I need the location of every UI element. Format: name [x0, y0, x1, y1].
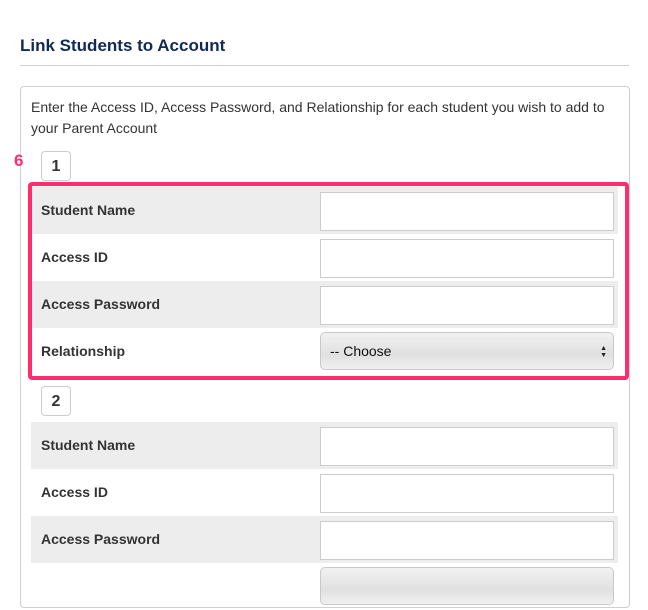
page-title: Link Students to Account: [20, 36, 226, 55]
intro-text: Enter the Access ID, Access Password, an…: [31, 99, 605, 136]
student-2-relationship-select[interactable]: [320, 567, 614, 605]
student-2-access-id-row: Access ID: [31, 469, 618, 516]
access-password-label: Access Password: [41, 531, 161, 547]
student-number-badge: 2: [41, 386, 71, 416]
student-2-name-row: Student Name: [31, 422, 618, 469]
title-divider: [20, 65, 629, 66]
access-id-label: Access ID: [41, 484, 108, 500]
student-2-access-password-row: Access Password: [31, 516, 618, 563]
student-2-relationship-row: [31, 563, 618, 610]
student-name-label: Student Name: [41, 437, 136, 453]
student-2-access-id-input[interactable]: [320, 474, 614, 513]
student-number-badge: 1: [41, 151, 71, 181]
student-2-access-password-input[interactable]: [320, 521, 614, 560]
student-2-name-input[interactable]: [320, 427, 614, 466]
annotation-marker: 6: [14, 151, 24, 170]
annotation-highlight-box: [28, 182, 629, 380]
